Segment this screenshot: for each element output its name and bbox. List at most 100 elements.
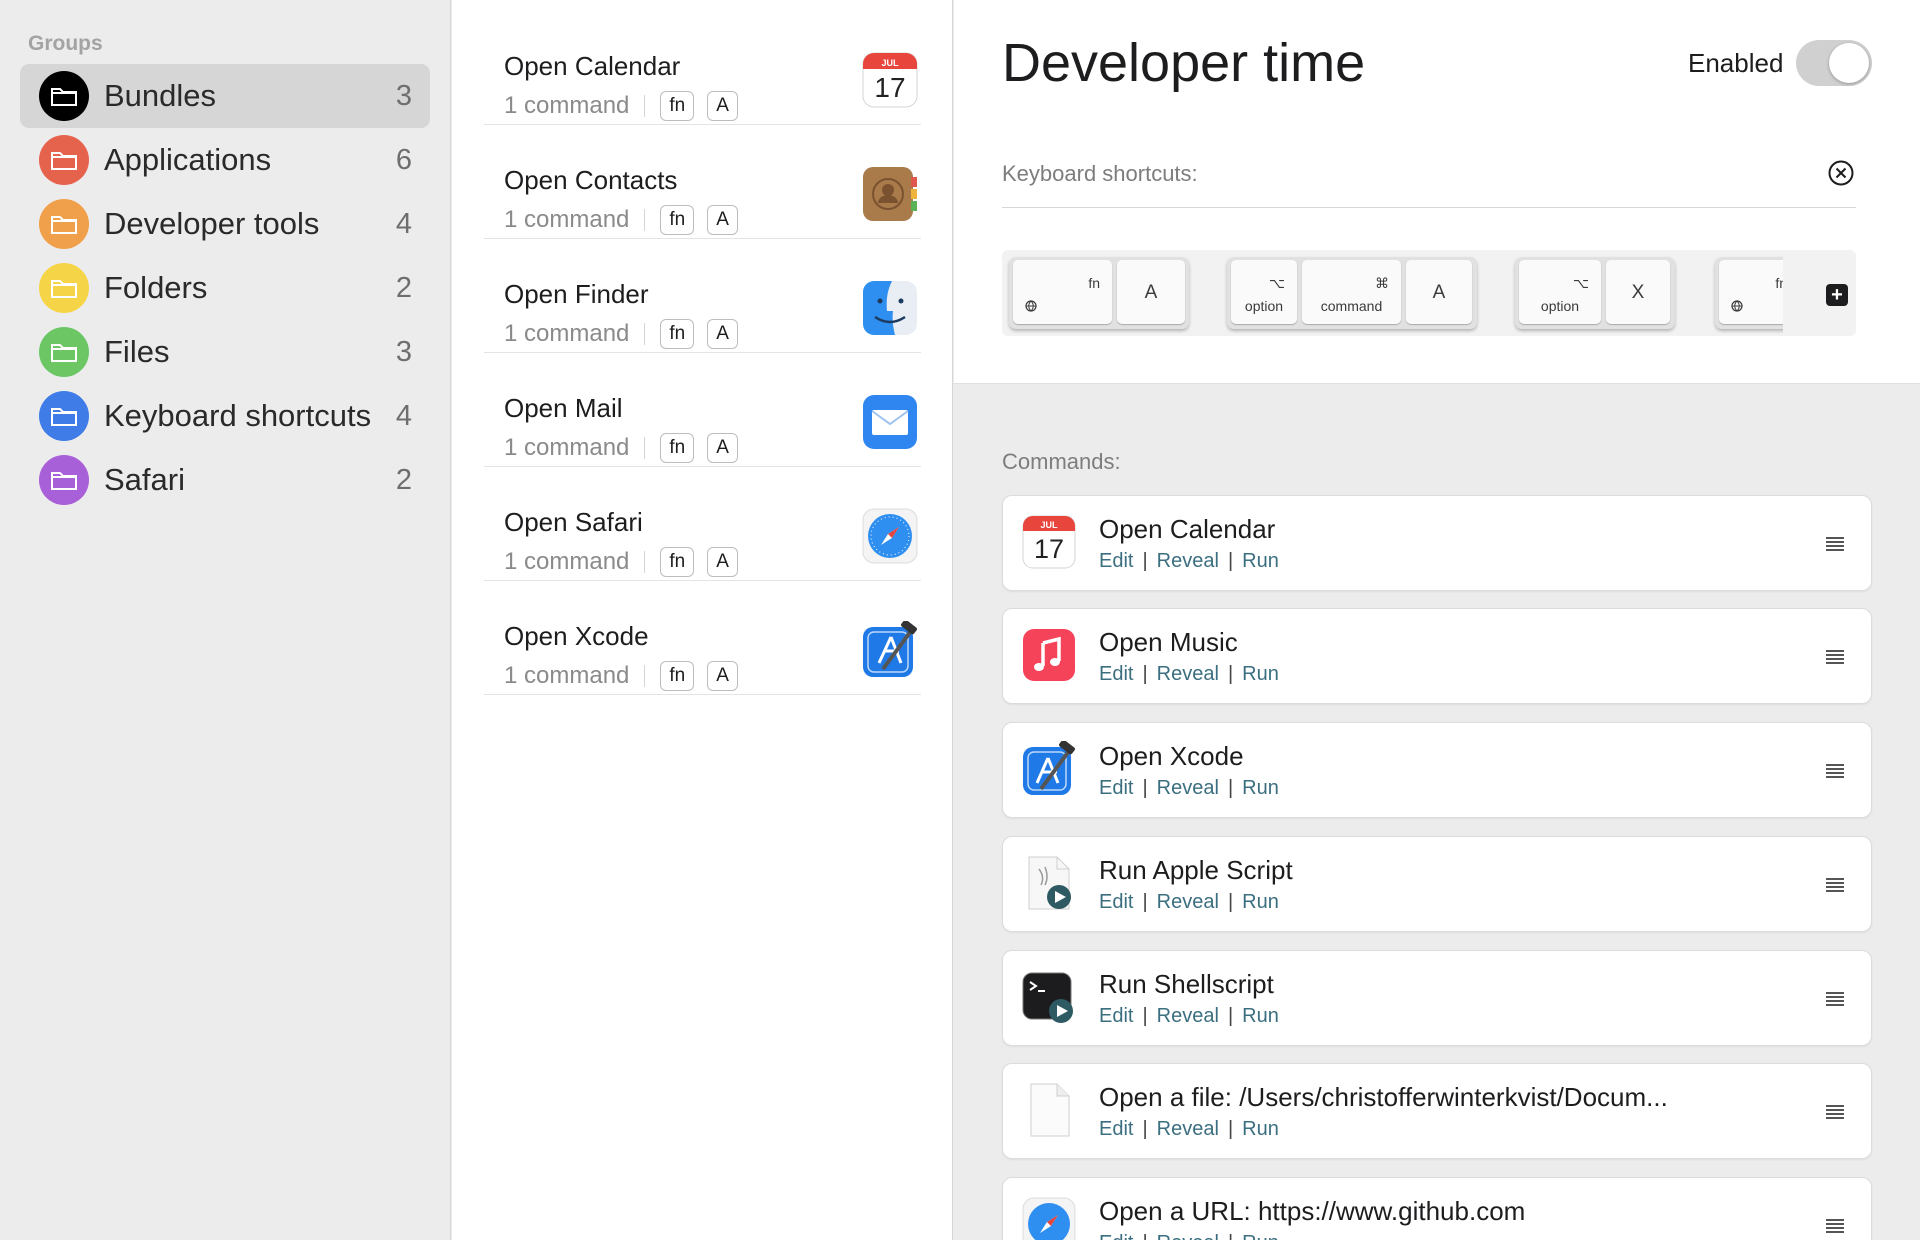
command-title: Open Xcode [1099, 741, 1244, 771]
command-actions: Edit | Reveal | Run [1099, 891, 1279, 914]
command-card[interactable]: Run Shellscript Edit | Reveal | Run [1002, 950, 1872, 1046]
run-link[interactable]: Run [1242, 663, 1279, 686]
action-separator: | [1142, 891, 1148, 913]
sidebar-item-safari[interactable]: Safari 2 [20, 448, 430, 512]
list-item[interactable]: Open Mail 1 command fn A [484, 353, 921, 467]
list-item-meta: 1 command fn A [504, 433, 751, 463]
run-link[interactable]: Run [1242, 777, 1279, 800]
sidebar-item-files[interactable]: Files 3 [20, 320, 430, 384]
sidebar-item-developer-tools[interactable]: Developer tools 4 [20, 192, 430, 256]
run-link[interactable]: Run [1242, 891, 1279, 914]
reveal-link[interactable]: Reveal [1157, 891, 1219, 914]
run-link[interactable]: Run [1242, 550, 1279, 573]
sidebar-item-count: 6 [395, 143, 412, 176]
shortcut-combo[interactable]: fn A [1009, 257, 1189, 329]
reveal-link[interactable]: Reveal [1157, 550, 1219, 573]
sidebar-item-label: Developer tools [104, 206, 320, 241]
command-card[interactable]: Open Xcode Edit | Reveal | Run [1002, 722, 1872, 818]
reveal-link[interactable]: Reveal [1157, 663, 1219, 686]
key-a: A [1406, 260, 1472, 324]
keycap-a: A [707, 205, 738, 235]
key-option: ⌥ option [1519, 260, 1601, 324]
list-item-title: Open Contacts [504, 165, 678, 195]
shortcut-combo[interactable]: ⌥ option X [1515, 257, 1675, 329]
keycap-a: A [707, 91, 738, 121]
mail-icon [863, 395, 917, 449]
list-item[interactable]: Open Contacts 1 command fn A [484, 125, 921, 239]
list-item-title: Open Mail [504, 393, 623, 423]
clear-shortcuts-icon[interactable] [1827, 159, 1855, 187]
drag-handle-icon[interactable] [1825, 991, 1845, 1007]
action-separator: | [1142, 663, 1148, 685]
xcode-icon [1023, 741, 1075, 795]
edit-link[interactable]: Edit [1099, 1005, 1133, 1028]
run-link[interactable]: Run [1242, 1005, 1279, 1028]
list-item-meta: 1 command fn A [504, 319, 751, 349]
reveal-link[interactable]: Reveal [1157, 1118, 1219, 1141]
toggle-knob [1829, 43, 1869, 83]
shortcut-strip: fn A ⌥ option ⌘ command A ⌥ option X fn … [1002, 250, 1856, 336]
run-link[interactable]: Run [1242, 1118, 1279, 1141]
sidebar-item-label: Files [104, 334, 170, 369]
edit-link[interactable]: Edit [1099, 663, 1133, 686]
key-a-label: A [1144, 282, 1158, 303]
reveal-link[interactable]: Reveal [1157, 1005, 1219, 1028]
option-glyph: ⌥ [1572, 275, 1589, 291]
reveal-link[interactable]: Reveal [1157, 777, 1219, 800]
sidebar-item-label: Safari [104, 462, 185, 497]
action-separator: | [1227, 777, 1234, 799]
divider [1002, 207, 1856, 208]
list-item[interactable]: Open Calendar 1 command fn A JUL 17 [484, 11, 921, 125]
edit-link[interactable]: Edit [1099, 550, 1133, 573]
action-separator: | [1142, 1118, 1148, 1140]
drag-handle-icon[interactable] [1825, 1104, 1845, 1120]
sidebar-item-applications[interactable]: Applications 6 [20, 128, 430, 192]
action-separator: | [1142, 1005, 1148, 1027]
sidebar-item-bundles[interactable]: Bundles 3 [20, 64, 430, 128]
command-card[interactable]: Open a file: /Users/christofferwinterkvi… [1002, 1063, 1872, 1159]
divider [644, 95, 646, 117]
sidebar-item-keyboard-shortcuts[interactable]: Keyboard shortcuts 4 [20, 384, 430, 448]
list-item-meta: 1 command fn A [504, 661, 751, 691]
command-actions: Edit | Reveal | Run [1099, 1005, 1279, 1028]
run-link[interactable]: Run [1242, 1232, 1279, 1240]
sidebar-item-count: 3 [395, 79, 412, 112]
keycap-a: A [707, 433, 738, 463]
divider [644, 323, 646, 345]
drag-handle-icon[interactable] [1825, 536, 1845, 552]
drag-handle-icon[interactable] [1825, 763, 1845, 779]
list-item-title: Open Finder [504, 279, 649, 309]
key-command-label: command [1320, 298, 1383, 314]
edit-link[interactable]: Edit [1099, 891, 1133, 914]
command-card[interactable]: JUL 17 Open Calendar Edit | Reveal | Run [1002, 495, 1872, 591]
edit-link[interactable]: Edit [1099, 1232, 1133, 1240]
xcode-icon [863, 621, 917, 677]
action-separator: | [1227, 891, 1234, 913]
drag-handle-icon[interactable] [1825, 649, 1845, 665]
list-item[interactable]: Open Finder 1 command fn A [484, 239, 921, 353]
add-shortcut-button[interactable]: + [1826, 284, 1848, 306]
edit-link[interactable]: Edit [1099, 1118, 1133, 1141]
action-separator: | [1142, 777, 1148, 799]
list-item[interactable]: Open Xcode 1 command fn A [484, 581, 921, 695]
drag-handle-icon[interactable] [1825, 877, 1845, 893]
list-item[interactable]: Open Safari 1 command fn A [484, 467, 921, 581]
key-x-label: X [1631, 282, 1645, 303]
command-card[interactable]: Open Music Edit | Reveal | Run [1002, 608, 1872, 704]
command-actions: Edit | Reveal | Run [1099, 777, 1279, 800]
command-card[interactable]: Run Apple Script Edit | Reveal | Run [1002, 836, 1872, 932]
key-fn: fn [1013, 260, 1112, 324]
enabled-label: Enabled [1688, 48, 1784, 78]
command-card[interactable]: Open a URL: https://www.github.com Edit … [1002, 1177, 1872, 1240]
enabled-toggle[interactable] [1796, 40, 1872, 86]
commands-panel: Commands: JUL 17 Open Calendar Edit | Re… [954, 384, 1920, 1240]
drag-handle-icon[interactable] [1825, 1218, 1845, 1234]
finder-icon [863, 281, 917, 335]
list-item-meta: 1 command fn A [504, 91, 751, 121]
edit-link[interactable]: Edit [1099, 777, 1133, 800]
sidebar-item-folders[interactable]: Folders 2 [20, 256, 430, 320]
keycap-a: A [707, 547, 738, 577]
reveal-link[interactable]: Reveal [1157, 1232, 1219, 1240]
shortcut-combo[interactable]: ⌥ option ⌘ command A [1227, 257, 1477, 329]
key-x: X [1606, 260, 1670, 324]
